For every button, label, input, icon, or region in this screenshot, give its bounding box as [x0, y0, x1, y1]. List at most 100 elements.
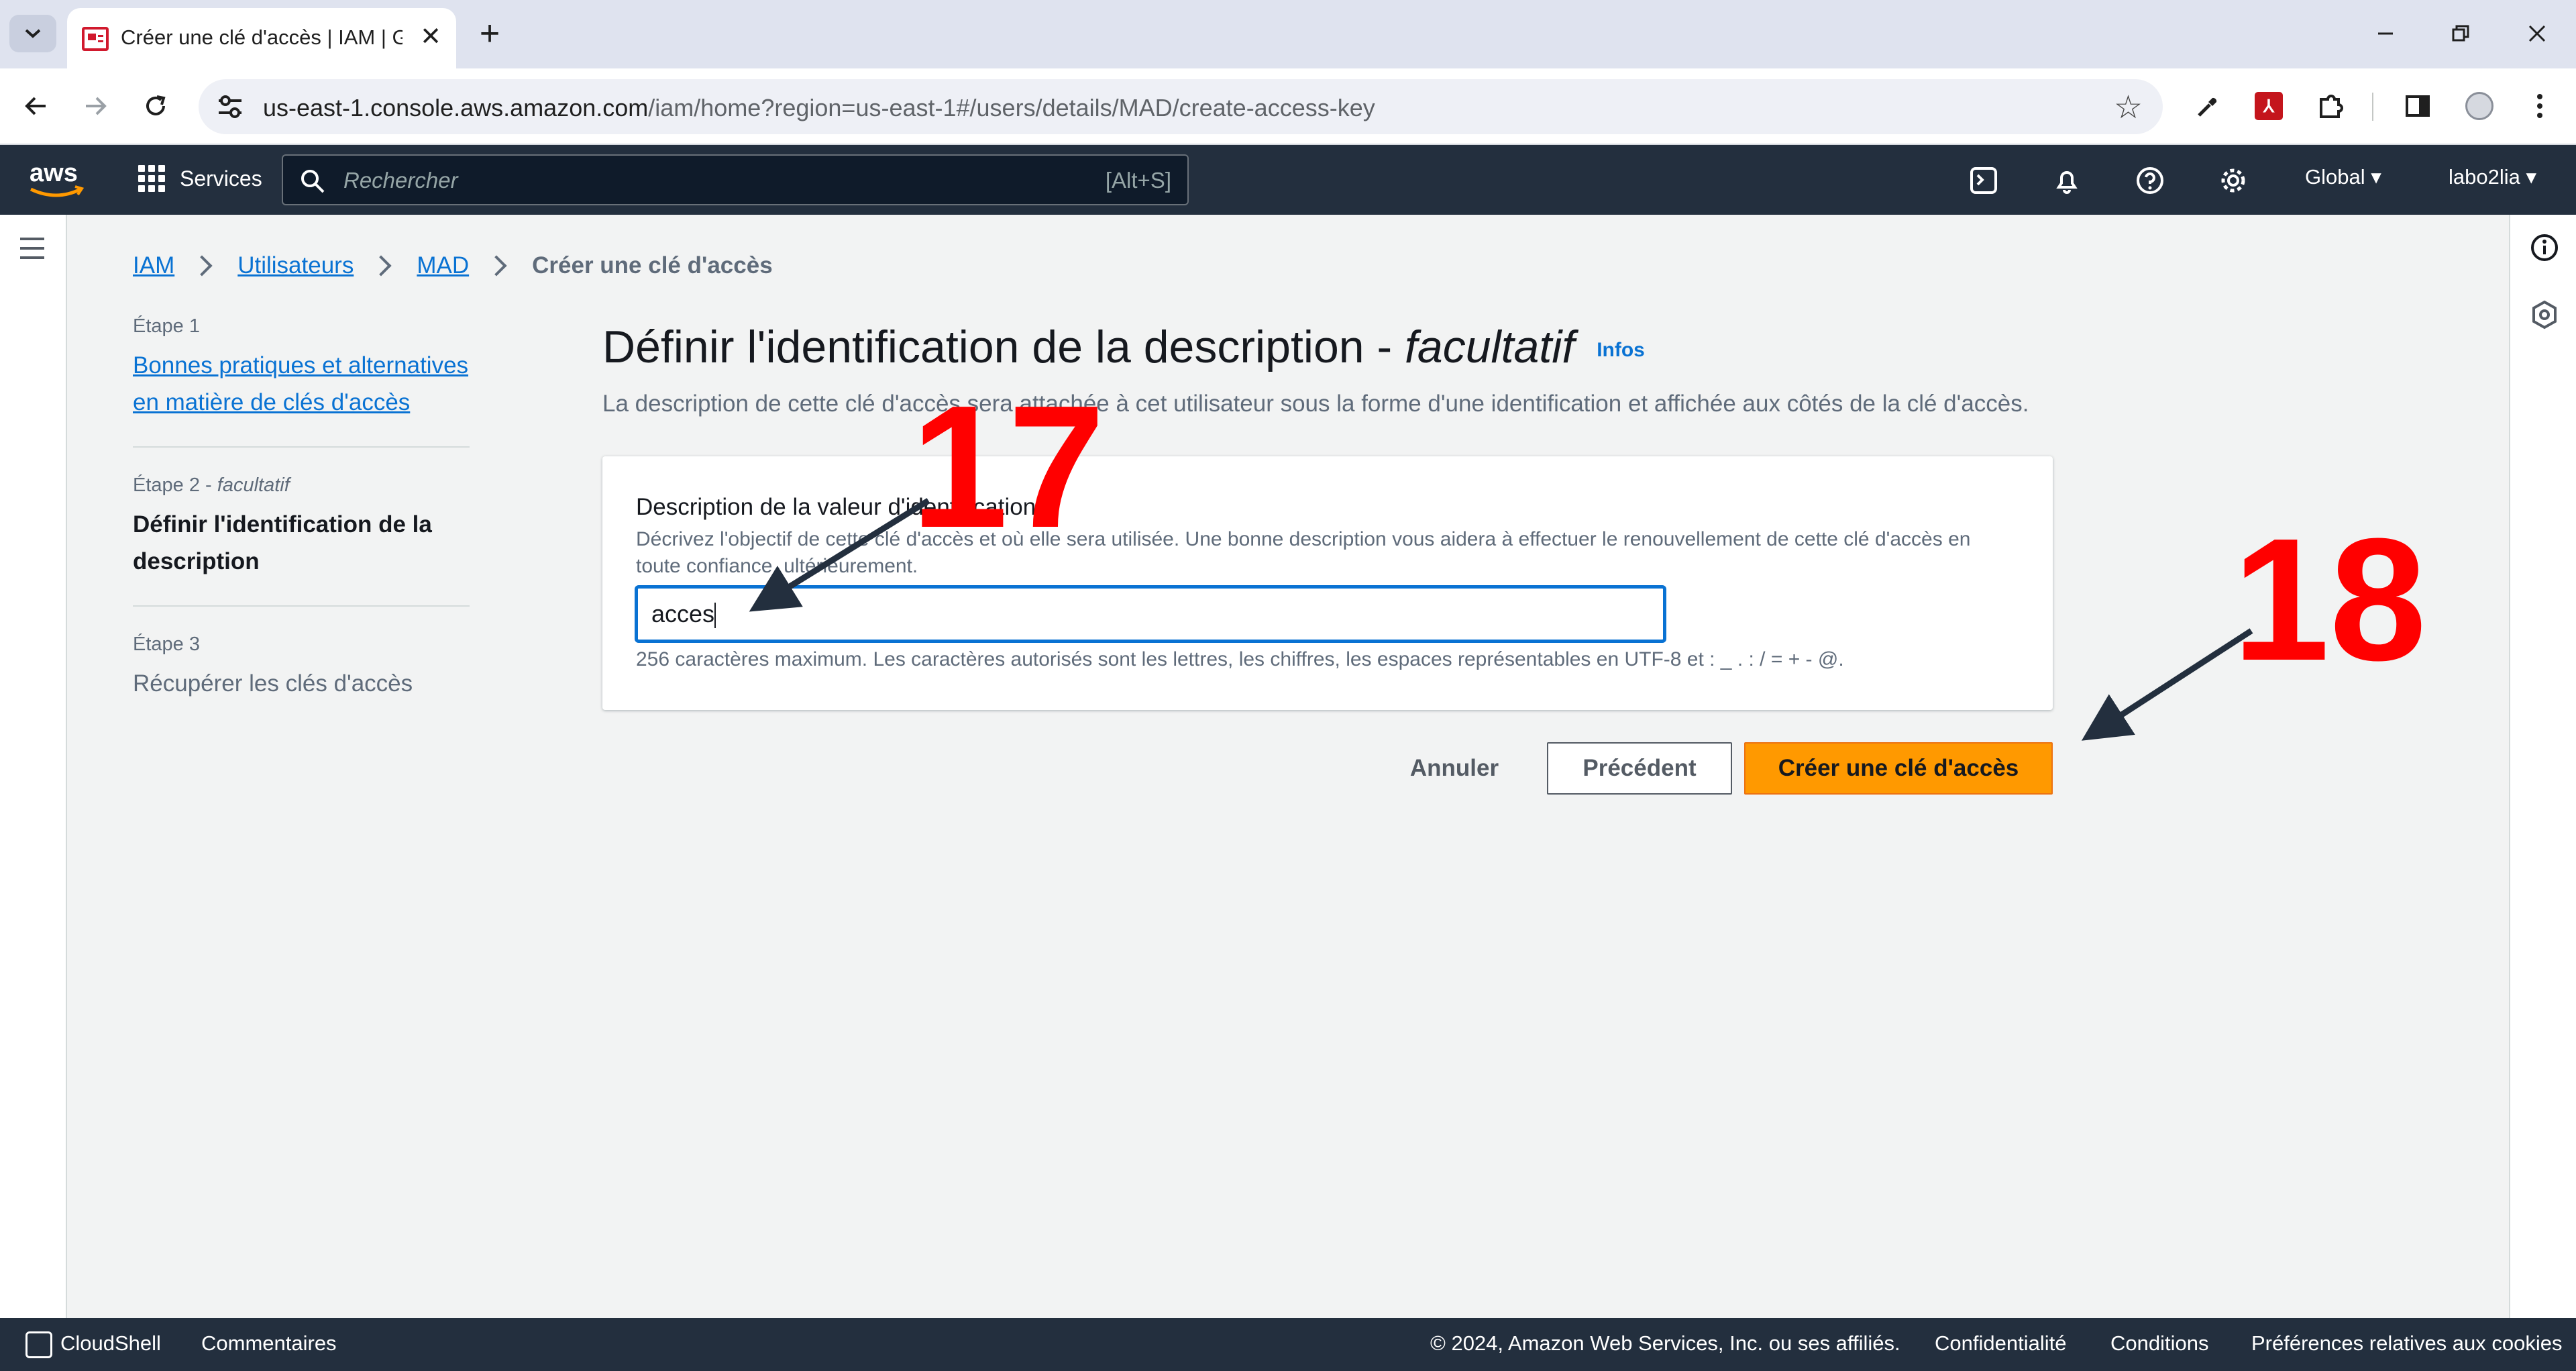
tab-search-button[interactable]	[9, 15, 56, 52]
avatar	[2465, 92, 2493, 120]
chevron-right-icon	[370, 255, 392, 276]
extensions-puzzle-icon[interactable]	[2310, 86, 2351, 126]
side-panel-icon[interactable]	[2398, 86, 2438, 126]
footer-cookies-link[interactable]: Préférences relatives aux cookies	[2251, 1331, 2563, 1356]
services-label: Services	[180, 166, 262, 191]
close-window-button[interactable]	[2510, 15, 2564, 52]
help-icon[interactable]	[2133, 164, 2167, 197]
pdf-extension-icon[interactable]: ⅄	[2249, 86, 2289, 126]
tab-title: Créer une clé d'accès | IAM | Global	[121, 26, 402, 49]
left-navigation-rail	[0, 215, 67, 1318]
question-glyph	[2137, 167, 2163, 194]
minimize-icon	[2378, 32, 2393, 35]
caret-down-icon: ▾	[2526, 165, 2537, 189]
services-menu-button[interactable]: Services	[138, 165, 262, 192]
restore-window-button[interactable]	[2434, 15, 2487, 52]
description-input[interactable]: acces	[636, 587, 1665, 642]
account-menu[interactable]: labo2lia ▾	[2449, 165, 2536, 189]
browser-toolbar: us-east-1.console.aws.amazon.com/iam/hom…	[0, 68, 2576, 145]
footer-copyright: © 2024, Amazon Web Services, Inc. ou ses…	[1430, 1331, 1900, 1355]
svg-text:aws: aws	[30, 159, 78, 187]
tab-close-icon[interactable]: ✕	[415, 20, 447, 52]
aws-iam-favicon-icon	[82, 27, 109, 51]
info-panel-icon[interactable]	[2529, 232, 2560, 263]
kebab-glyph	[2537, 94, 2542, 118]
step-1: Étape 1 Bonnes pratiques et alternatives…	[133, 315, 470, 421]
url-host: us-east-1.console.aws.amazon.com	[263, 94, 649, 121]
wizard-steps: Étape 1 Bonnes pratiques et alternatives…	[133, 315, 470, 702]
step-3-label: Étape 3	[133, 633, 200, 655]
breadcrumb-current: Créer une clé d'accès	[532, 252, 773, 278]
pdf-glyph: ⅄	[2255, 92, 2283, 120]
console-search-input[interactable]: Rechercher [Alt+S]	[282, 154, 1189, 205]
arrow-left-icon	[25, 97, 46, 115]
cloudshell-footer-icon	[25, 1331, 52, 1358]
new-tab-button[interactable]: +	[470, 13, 510, 54]
cloudshell-icon[interactable]	[1967, 164, 2000, 197]
chevron-right-icon	[191, 255, 213, 276]
gear-glyph	[2221, 168, 2245, 193]
annotation-number-18: 18	[2233, 503, 2427, 697]
aws-logo-icon[interactable]: aws	[27, 157, 87, 204]
annotation-arrow-18	[2081, 628, 2253, 741]
field-constraint-hint: 256 caractères maximum. Les caractères a…	[636, 648, 1844, 670]
step-1-link[interactable]: Bonnes pratiques et alternatives en mati…	[133, 347, 470, 421]
reload-button[interactable]	[134, 85, 177, 128]
search-placeholder: Rechercher	[343, 168, 458, 193]
terminal-glyph	[1970, 167, 1997, 194]
breadcrumb-user-mad[interactable]: MAD	[417, 252, 469, 279]
step-3-title: Récupérer les clés d'accès	[133, 670, 413, 697]
hamburger-menu-icon[interactable]	[16, 235, 48, 262]
site-settings-icon[interactable]	[215, 91, 246, 122]
services-grid-icon	[138, 165, 165, 192]
settings-gear-icon[interactable]	[2216, 164, 2250, 197]
right-tools-rail	[2509, 215, 2576, 1318]
footer-feedback-link[interactable]: Commentaires	[201, 1331, 337, 1356]
breadcrumb-iam[interactable]: IAM	[133, 252, 174, 279]
step-2: Étape 2 - facultatif Définir l'identific…	[133, 474, 470, 580]
forward-button[interactable]	[74, 85, 117, 128]
eyedropper-glyph	[2198, 97, 2217, 117]
step-2-optional: facultatif	[217, 474, 290, 496]
browser-tabstrip: Créer une clé d'accès | IAM | Global ✕ +	[0, 0, 2576, 68]
breadcrumb: IAM Utilisateurs MAD Créer une clé d'acc…	[133, 252, 773, 279]
footer-cloudshell-link[interactable]: CloudShell	[60, 1331, 161, 1356]
breadcrumb-users[interactable]: Utilisateurs	[237, 252, 354, 279]
hexagon-feature-icon[interactable]	[2529, 299, 2560, 330]
step-2-number: Étape 2	[133, 474, 200, 496]
search-shortcut: [Alt+S]	[1105, 168, 1171, 193]
side-panel-glyph	[2406, 95, 2430, 117]
restore-icon	[2452, 25, 2469, 42]
description-input-value: acces	[651, 600, 715, 627]
page-description: La description de cette clé d'accès sera…	[602, 391, 2029, 417]
tag-description-panel: Description de la valeur d'identificatio…	[602, 456, 2053, 710]
browser-menu-icon[interactable]	[2520, 86, 2560, 126]
text-caret	[714, 603, 716, 629]
footer-terms-link[interactable]: Conditions	[2110, 1331, 2208, 1356]
url-path: /iam/home?region=us-east-1#/users/detail…	[648, 94, 1375, 121]
previous-button[interactable]: Précédent	[1547, 742, 1732, 795]
aws-top-navigation: aws Services Rechercher [Alt+S] Global ▾…	[0, 145, 2576, 215]
step-2-title: Définir l'identification de la descripti…	[133, 511, 432, 574]
region-selector[interactable]: Global ▾	[2305, 165, 2381, 189]
notifications-bell-icon[interactable]	[2050, 164, 2084, 197]
cancel-button[interactable]: Annuler	[1389, 742, 1520, 795]
reload-icon	[146, 95, 166, 115]
close-icon	[2528, 25, 2546, 42]
browser-tab-active[interactable]: Créer une clé d'accès | IAM | Global ✕	[67, 8, 456, 68]
minimize-window-button[interactable]	[2359, 15, 2412, 52]
region-label: Global	[2305, 165, 2365, 189]
page-title-optional: facultatif	[1405, 321, 1575, 372]
footer-privacy-link[interactable]: Confidentialité	[1935, 1331, 2066, 1356]
field-description: Décrivez l'objectif de cette clé d'accès…	[636, 528, 1971, 577]
annotation-number-17: 17	[911, 370, 1106, 564]
create-access-key-button[interactable]: Créer une clé d'accès	[1744, 742, 2053, 795]
page-title-text: Définir l'identification de la descripti…	[602, 321, 1393, 372]
profile-avatar-icon[interactable]	[2459, 86, 2500, 126]
back-button[interactable]	[15, 85, 58, 128]
bookmark-star-icon[interactable]: ☆	[2114, 89, 2143, 126]
account-label: labo2lia	[2449, 165, 2520, 189]
eyedropper-extension-icon[interactable]	[2188, 86, 2229, 126]
address-bar[interactable]: us-east-1.console.aws.amazon.com/iam/hom…	[199, 79, 2163, 134]
info-link[interactable]: Infos	[1597, 339, 1645, 361]
